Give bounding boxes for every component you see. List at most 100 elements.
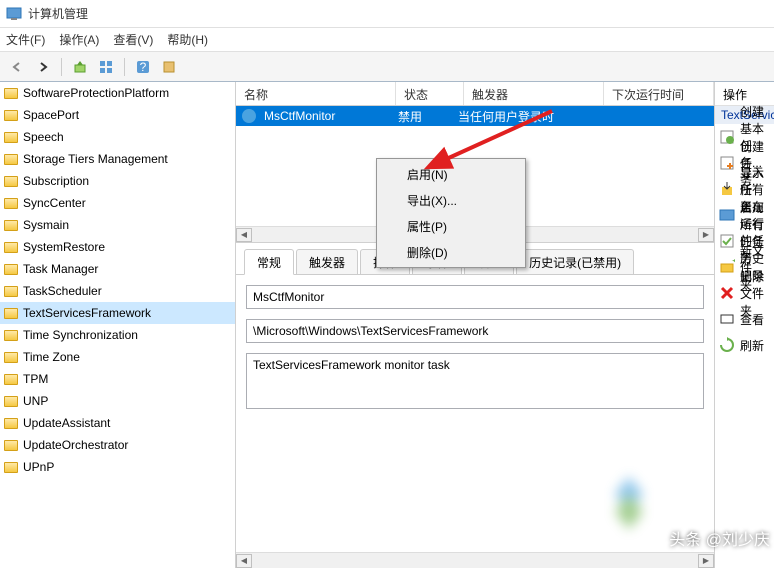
context-menu: 启用(N)导出(X)...属性(P)删除(D) bbox=[376, 158, 526, 268]
tree-item[interactable]: TextServicesFramework bbox=[0, 302, 235, 324]
nav-tree[interactable]: SoftwareProtectionPlatform SpacePort Speec… bbox=[0, 82, 236, 568]
title-bar: 计算机管理 bbox=[0, 0, 774, 28]
tree-item[interactable]: Time Synchronization bbox=[0, 324, 235, 346]
action-item[interactable]: 删除文件夹 bbox=[715, 280, 774, 306]
menu-help[interactable]: 帮助(H) bbox=[167, 31, 208, 48]
action-label: 查看 bbox=[740, 311, 764, 328]
task-icon bbox=[242, 109, 256, 123]
folder-icon bbox=[4, 396, 18, 407]
task-name: MsCtfMonitor bbox=[260, 109, 394, 123]
tree-item[interactable]: Task Manager bbox=[0, 258, 235, 280]
refresh-icon bbox=[719, 337, 735, 353]
prop-button[interactable] bbox=[158, 56, 180, 78]
context-menu-item[interactable]: 导出(X)... bbox=[379, 187, 523, 213]
tree-item[interactable]: UNP bbox=[0, 390, 235, 412]
back-button[interactable] bbox=[6, 56, 28, 78]
folder-icon bbox=[4, 330, 18, 341]
tree-item-label: Time Zone bbox=[23, 350, 80, 364]
tab[interactable]: 历史记录(已禁用) bbox=[516, 249, 634, 275]
tree-item-label: Storage Tiers Management bbox=[23, 152, 168, 166]
toolbar: ? bbox=[0, 52, 774, 82]
scroll-right-icon[interactable]: ▶ bbox=[698, 554, 714, 568]
tab[interactable]: 触发器 bbox=[296, 249, 358, 275]
tree-item[interactable]: Speech bbox=[0, 126, 235, 148]
tab[interactable]: 常规 bbox=[244, 249, 294, 275]
enable-icon bbox=[719, 233, 735, 249]
col-trigger[interactable]: 触发器 bbox=[464, 82, 604, 105]
view-icon bbox=[719, 311, 735, 327]
tree-item-label: UpdateAssistant bbox=[23, 416, 110, 430]
task-trigger: 当任何用户登录时 bbox=[454, 108, 558, 125]
svg-text:?: ? bbox=[140, 60, 147, 74]
folder-icon bbox=[4, 132, 18, 143]
tree-item-label: Time Synchronization bbox=[23, 328, 138, 342]
col-state[interactable]: 状态 bbox=[396, 82, 464, 105]
name-field[interactable]: MsCtfMonitor bbox=[246, 285, 704, 309]
tab-body-general: MsCtfMonitor \Microsoft\Windows\TextServ… bbox=[236, 274, 714, 552]
tree-item[interactable]: Storage Tiers Management bbox=[0, 148, 235, 170]
tree-item[interactable]: Time Zone bbox=[0, 346, 235, 368]
tree-item-label: TextServicesFramework bbox=[23, 306, 151, 320]
action-item[interactable]: 刷新 bbox=[715, 332, 774, 358]
svg-text:✦: ✦ bbox=[731, 259, 735, 268]
actions-pane: 操作 TextServicesFramework 创建基本任务...创建任务..… bbox=[714, 82, 774, 568]
h-scrollbar-2[interactable]: ◀ ▶ bbox=[236, 552, 714, 568]
up-button[interactable] bbox=[69, 56, 91, 78]
menu-view[interactable]: 查看(V) bbox=[113, 31, 153, 48]
folder-icon bbox=[4, 440, 18, 451]
delete-icon bbox=[719, 285, 735, 301]
tree-item[interactable]: SyncCenter bbox=[0, 192, 235, 214]
tree-item[interactable]: SystemRestore bbox=[0, 236, 235, 258]
folder-icon bbox=[4, 110, 18, 121]
folder-icon bbox=[4, 220, 18, 231]
menu-file[interactable]: 文件(F) bbox=[6, 31, 45, 48]
tree-item[interactable]: TaskScheduler bbox=[0, 280, 235, 302]
desc-field[interactable]: TextServicesFramework monitor task bbox=[246, 353, 704, 409]
window-title: 计算机管理 bbox=[28, 5, 88, 22]
folder-icon bbox=[4, 418, 18, 429]
tree-item-label: Subscription bbox=[23, 174, 89, 188]
help-button[interactable]: ? bbox=[132, 56, 154, 78]
tree-item-label: TaskScheduler bbox=[23, 284, 102, 298]
tree-item[interactable]: Sysmain bbox=[0, 214, 235, 236]
tree-item-label: SpacePort bbox=[23, 108, 79, 122]
tree-item[interactable]: TPM bbox=[0, 368, 235, 390]
context-menu-item[interactable]: 启用(N) bbox=[379, 161, 523, 187]
details-panel: 常规触发器操作条件设置历史记录(已禁用) MsCtfMonitor \Micro… bbox=[236, 242, 714, 568]
tree-item[interactable]: UpdateAssistant bbox=[0, 412, 235, 434]
tree-item-label: TPM bbox=[23, 372, 48, 386]
tree-item-label: SoftwareProtectionPlatform bbox=[23, 86, 169, 100]
tree-item[interactable]: SoftwareProtectionPlatform bbox=[0, 82, 235, 104]
tree-item[interactable]: UpdateOrchestrator bbox=[0, 434, 235, 456]
context-menu-item[interactable]: 删除(D) bbox=[379, 239, 523, 265]
folder-icon bbox=[4, 352, 18, 363]
scroll-left-icon[interactable]: ◀ bbox=[236, 228, 252, 242]
show-icon bbox=[719, 207, 735, 223]
views-button[interactable] bbox=[95, 56, 117, 78]
scroll-right-icon[interactable]: ▶ bbox=[698, 228, 714, 242]
col-next[interactable]: 下次运行时间 bbox=[604, 82, 714, 105]
tree-item-label: Sysmain bbox=[23, 218, 69, 232]
forward-button[interactable] bbox=[32, 56, 54, 78]
folder-icon bbox=[4, 154, 18, 165]
tree-item[interactable]: Subscription bbox=[0, 170, 235, 192]
menu-action[interactable]: 操作(A) bbox=[59, 31, 99, 48]
col-name[interactable]: 名称 bbox=[236, 82, 396, 105]
tree-item[interactable]: UPnP bbox=[0, 456, 235, 478]
newfolder-icon: ✦ bbox=[719, 259, 735, 275]
import-icon bbox=[719, 181, 735, 197]
task-list-header: 名称 状态 触发器 下次运行时间 bbox=[236, 82, 714, 106]
path-field[interactable]: \Microsoft\Windows\TextServicesFramework bbox=[246, 319, 704, 343]
folder-icon bbox=[4, 242, 18, 253]
tree-item-label: SystemRestore bbox=[23, 240, 105, 254]
new2-icon bbox=[719, 155, 735, 171]
task-row[interactable]: MsCtfMonitor 禁用 当任何用户登录时 bbox=[236, 106, 714, 126]
app-icon bbox=[6, 6, 22, 22]
context-menu-item[interactable]: 属性(P) bbox=[379, 213, 523, 239]
toolbar-separator bbox=[61, 58, 62, 76]
tree-item-label: UpdateOrchestrator bbox=[23, 438, 128, 452]
tree-item-label: UNP bbox=[23, 394, 48, 408]
tree-item[interactable]: SpacePort bbox=[0, 104, 235, 126]
scroll-left-icon[interactable]: ◀ bbox=[236, 554, 252, 568]
folder-icon bbox=[4, 264, 18, 275]
